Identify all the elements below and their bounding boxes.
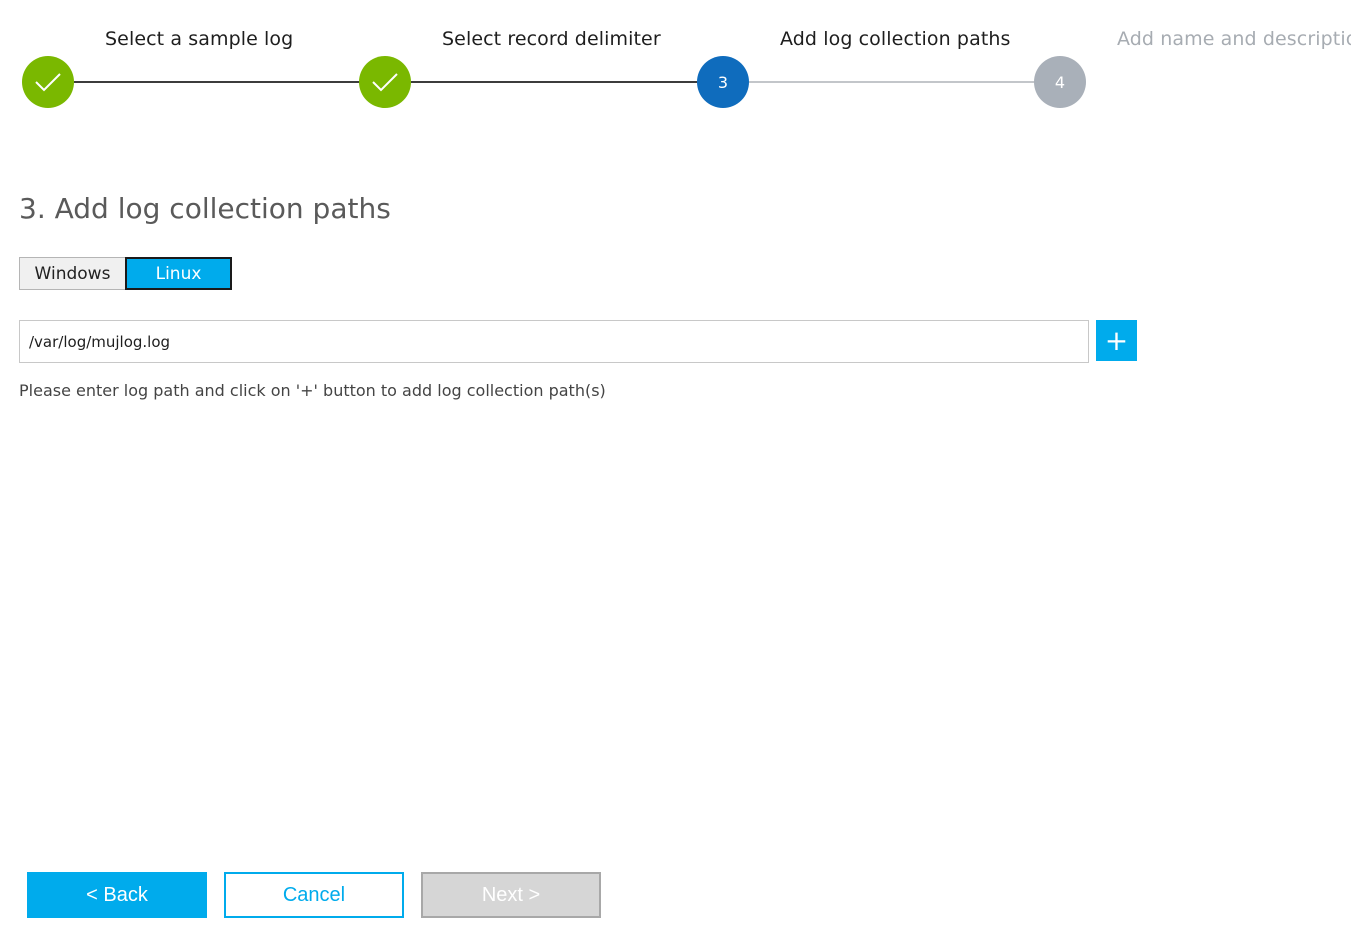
- step-title-4: Add name and descriptio: [1117, 28, 1351, 50]
- check-icon: [372, 73, 398, 92]
- cancel-button[interactable]: Cancel: [224, 872, 404, 918]
- check-icon: [35, 73, 61, 92]
- step-title-3: Add log collection paths: [780, 28, 1011, 50]
- step-connector: [74, 81, 360, 83]
- step-title-1: Select a sample log: [105, 28, 294, 50]
- add-path-button[interactable]: +: [1096, 320, 1137, 361]
- log-path-input[interactable]: [19, 320, 1089, 363]
- step-3-active: 3: [697, 56, 749, 108]
- os-toggle: Windows Linux: [19, 257, 232, 290]
- step-number: 3: [717, 72, 729, 92]
- step-connector: [411, 81, 698, 83]
- step-title-2: Select record delimiter: [442, 28, 661, 50]
- step-number: 4: [1054, 72, 1066, 92]
- step-4-pending: 4: [1034, 56, 1086, 108]
- step-connector: [748, 81, 1035, 83]
- os-option-linux[interactable]: Linux: [125, 257, 232, 290]
- page-title: 3. Add log collection paths: [19, 192, 391, 225]
- step-1-completed: [22, 56, 74, 108]
- next-button[interactable]: Next >: [421, 872, 601, 918]
- os-option-windows[interactable]: Windows: [19, 257, 125, 290]
- step-2-completed: [359, 56, 411, 108]
- back-button[interactable]: < Back: [27, 872, 207, 918]
- wizard-stepper: Select a sample log Select record delimi…: [0, 0, 1351, 120]
- hint-text: Please enter log path and click on '+' b…: [19, 381, 606, 400]
